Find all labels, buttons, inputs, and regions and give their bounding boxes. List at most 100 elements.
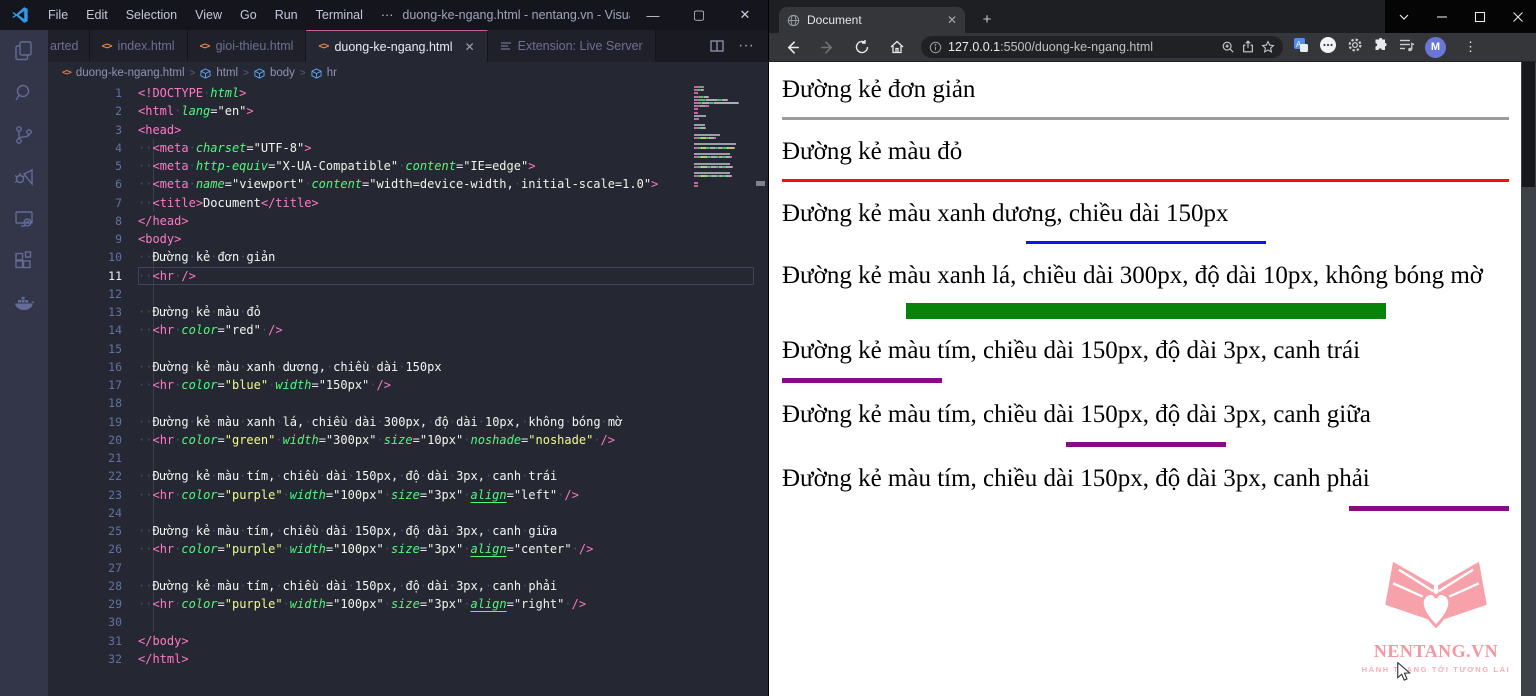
settings-gear-icon[interactable] (1347, 37, 1363, 58)
back-button[interactable] (780, 35, 804, 59)
translate-extension-icon[interactable]: A (1293, 37, 1309, 58)
code-line[interactable]: 4··<meta·charset="UTF-8"> (48, 139, 768, 157)
home-button[interactable] (885, 35, 909, 59)
page-hr (1349, 506, 1509, 511)
code-line[interactable]: 7··<title>Document</title> (48, 194, 768, 212)
line-number: 5 (48, 157, 122, 175)
menu-file[interactable]: File (39, 0, 77, 30)
media-queue-icon[interactable] (1399, 37, 1415, 58)
split-editor-icon[interactable] (710, 39, 724, 53)
tab-extension-live-server[interactable]: Extension: Live Server (488, 30, 656, 62)
breadcrumb-file[interactable]: duong-ke-ngang.html (76, 67, 185, 79)
code-line[interactable]: 27 (48, 559, 768, 577)
breadcrumb[interactable]: <> duong-ke-ngang.html> html> body> hr (48, 62, 768, 84)
browser-minimize-button[interactable] (1423, 0, 1461, 33)
run-debug-icon[interactable] (0, 156, 48, 198)
new-tab-button[interactable]: + (977, 10, 997, 30)
code-line[interactable]: 3<head> (48, 121, 768, 139)
share-icon[interactable] (1241, 40, 1255, 54)
search-icon[interactable] (0, 72, 48, 114)
mouse-cursor (1396, 662, 1412, 682)
scrollbar-thumb[interactable] (1522, 62, 1535, 187)
code-line[interactable]: 2<html·lang="en"> (48, 102, 768, 120)
profile-avatar[interactable]: M (1425, 37, 1446, 58)
code-line[interactable]: 16··Đường·kẻ·màu·xanh·dương,·chiều·dài·1… (48, 358, 768, 376)
menu-run[interactable]: Run (266, 0, 307, 30)
code-line[interactable]: 22··Đường·kẻ·màu·tím,·chiều·dài·150px,·đ… (48, 467, 768, 485)
code-line[interactable]: 23··<hr·color="purple"·width="100px"·siz… (48, 486, 768, 504)
menu-selection[interactable]: Selection (117, 0, 186, 30)
code-line[interactable]: 11··<hr·/> (48, 267, 768, 285)
address-bar[interactable]: 127.0.0.1:5500/duong-ke-ngang.html (921, 36, 1283, 58)
code-line[interactable]: 13··Đường·kẻ·màu·đỏ (48, 303, 768, 321)
reload-button[interactable] (850, 35, 874, 59)
code-line[interactable]: 18 (48, 394, 768, 412)
screen: File Edit Selection View Go Run Terminal… (0, 0, 1536, 696)
adblock-extension-icon[interactable] (1319, 36, 1337, 59)
code-line[interactable]: 5··<meta·http-equiv="X-UA-Compatible"·co… (48, 157, 768, 175)
code-line[interactable]: 19··Đường·kẻ·màu·xanh·lá,·chiều·dài·300p… (48, 413, 768, 431)
tab-close-icon[interactable]: ✕ (947, 13, 957, 27)
tab-gioi-thieu-html[interactable]: <>gioi-thieu.html (188, 30, 307, 62)
line-number: 25 (48, 522, 122, 540)
code-line[interactable]: 25··Đường·kẻ·màu·tím,·chiều·dài·150px,·đ… (48, 522, 768, 540)
extensions-puzzle-icon[interactable] (1373, 37, 1389, 58)
site-info-icon[interactable] (929, 41, 942, 54)
browser-close-button[interactable] (1499, 0, 1536, 33)
bookmark-star-icon[interactable] (1261, 40, 1275, 54)
code-line[interactable]: 32</html> (48, 650, 768, 668)
menu-terminal[interactable]: Terminal (307, 0, 372, 30)
breadcrumb-hr[interactable]: hr (327, 67, 337, 79)
vscode-maximize-button[interactable]: ▢ (676, 0, 722, 30)
code-line[interactable]: 12 (48, 285, 768, 303)
forward-button[interactable] (815, 35, 839, 59)
code-editor[interactable]: 1<!DOCTYPE·html>2<html·lang="en">3<head>… (48, 84, 768, 696)
explorer-icon[interactable] (0, 30, 48, 72)
code-line[interactable]: 29··<hr·color="purple"·width="100px"·siz… (48, 595, 768, 613)
window-menu-chevron-icon[interactable] (1385, 0, 1423, 33)
url-text[interactable]: 127.0.0.1:5500/duong-ke-ngang.html (948, 40, 1215, 54)
code-line[interactable]: 30 (48, 613, 768, 631)
zoom-indicator-icon[interactable] (1221, 40, 1235, 54)
code-line[interactable]: 6··<meta·name="viewport"·content="width=… (48, 175, 768, 193)
tab-duong-ke-ngang-html[interactable]: <>duong-ke-ngang.html✕ (306, 30, 487, 62)
menu-go[interactable]: Go (231, 0, 266, 30)
vscode-minimize-button[interactable]: — (630, 0, 676, 30)
code-line[interactable]: 8</head> (48, 212, 768, 230)
tab-index-html[interactable]: <>index.html (90, 30, 188, 62)
code-line[interactable]: 26··<hr·color="purple"·width="100px"·siz… (48, 540, 768, 558)
minimap[interactable] (694, 86, 754, 188)
remote-explorer-icon[interactable] (0, 198, 48, 240)
code-line[interactable]: 21 (48, 449, 768, 467)
docker-icon[interactable] (0, 282, 48, 324)
tab-close-icon[interactable]: ✕ (465, 40, 475, 54)
code-line[interactable]: 31</body> (48, 632, 768, 650)
source-control-icon[interactable] (0, 114, 48, 156)
code-line[interactable]: 15 (48, 340, 768, 358)
tab-get-started[interactable]: arted (48, 30, 90, 62)
breadcrumb-body[interactable]: body (270, 67, 295, 79)
globe-favicon (787, 14, 800, 27)
code-line[interactable]: 14··<hr·color="red"·/> (48, 321, 768, 339)
code-text (138, 559, 754, 577)
code-line[interactable]: 20··<hr·color="green"·width="300px"·size… (48, 431, 768, 449)
browser-tab-document[interactable]: Document ✕ (779, 7, 965, 33)
vscode-close-button[interactable]: ✕ (722, 0, 768, 30)
code-line[interactable]: 1<!DOCTYPE·html> (48, 84, 768, 102)
code-line[interactable]: 24 (48, 504, 768, 522)
browser-maximize-button[interactable] (1461, 0, 1499, 33)
menu-view[interactable]: View (186, 0, 231, 30)
extensions-icon[interactable] (0, 240, 48, 282)
code-line[interactable]: 10··Đường·kẻ·đơn·giản (48, 248, 768, 266)
code-text: ··<title>Document</title> (138, 194, 754, 212)
browser-menu-icon[interactable]: ⋮ (1464, 39, 1477, 55)
menu-edit[interactable]: Edit (77, 0, 117, 30)
code-line[interactable]: 28··Đường·kẻ·màu·tím,·chiều·dài·150px,·đ… (48, 577, 768, 595)
editor-more-actions-icon[interactable]: ··· (738, 37, 754, 55)
page-content: Đường kẻ đơn giảnĐường kẻ màu đỏĐường kẻ… (769, 62, 1522, 511)
code-line[interactable]: 17··<hr·color="blue"·width="150px"·/> (48, 376, 768, 394)
page-scrollbar[interactable] (1521, 62, 1536, 696)
code-line[interactable]: 9<body> (48, 230, 768, 248)
breadcrumb-html[interactable]: html (216, 67, 238, 79)
menu-more-icon[interactable]: ··· (372, 0, 403, 30)
